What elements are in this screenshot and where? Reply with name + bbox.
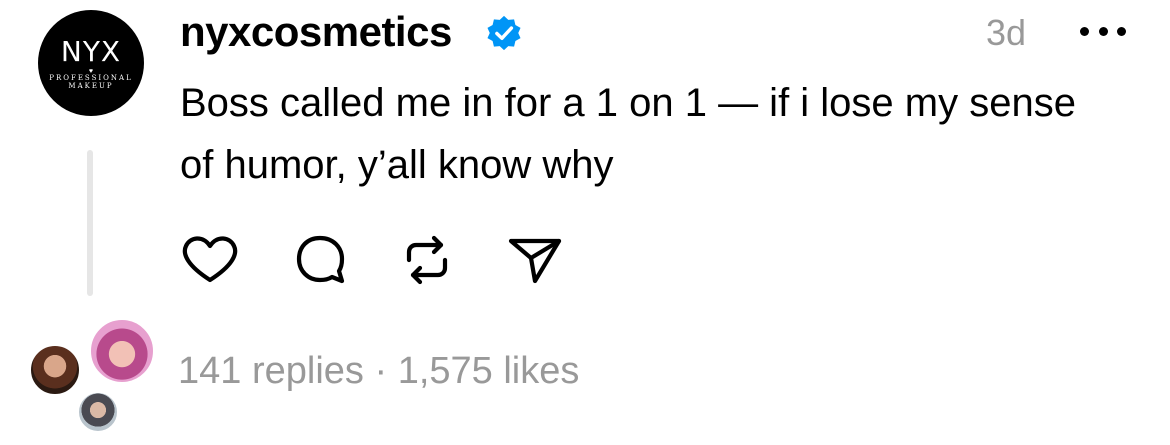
stats-separator: ·: [363, 350, 398, 392]
logo-subtext-makeup: MAKEUP: [68, 81, 114, 90]
dot-icon: [1098, 26, 1108, 36]
dot-icon: [1080, 26, 1089, 36]
likes-count[interactable]: 1,575 likes: [398, 350, 580, 392]
replies-count[interactable]: 141 replies: [178, 350, 364, 392]
replier-avatar[interactable]: [76, 390, 120, 434]
profile-avatar[interactable]: NYX ♥ PROFESSIONAL MAKEUP: [38, 10, 144, 116]
username[interactable]: nyxcosmetics: [180, 8, 452, 56]
verified-badge-icon: [485, 14, 523, 52]
repost-button[interactable]: [397, 230, 457, 290]
send-icon: [508, 238, 562, 284]
post-text: Boss called me in for a 1 on 1 — if i lo…: [180, 81, 1076, 187]
thread-line: [87, 150, 93, 296]
reply-button[interactable]: [290, 230, 350, 290]
post-timestamp: 3d: [986, 12, 1027, 53]
nyx-logo-text: NYX: [60, 34, 122, 68]
repost-icon: [406, 235, 448, 285]
replier-avatar[interactable]: [88, 317, 156, 385]
comment-icon: [296, 235, 345, 284]
post-stats: 141 replies · 1,575 likes: [178, 350, 579, 393]
heart-icon: [182, 236, 238, 283]
replier-avatar[interactable]: [28, 343, 82, 397]
like-button[interactable]: [180, 230, 240, 290]
share-button[interactable]: [505, 230, 565, 290]
dot-icon: [1117, 26, 1126, 36]
more-options-button[interactable]: [1080, 18, 1126, 44]
